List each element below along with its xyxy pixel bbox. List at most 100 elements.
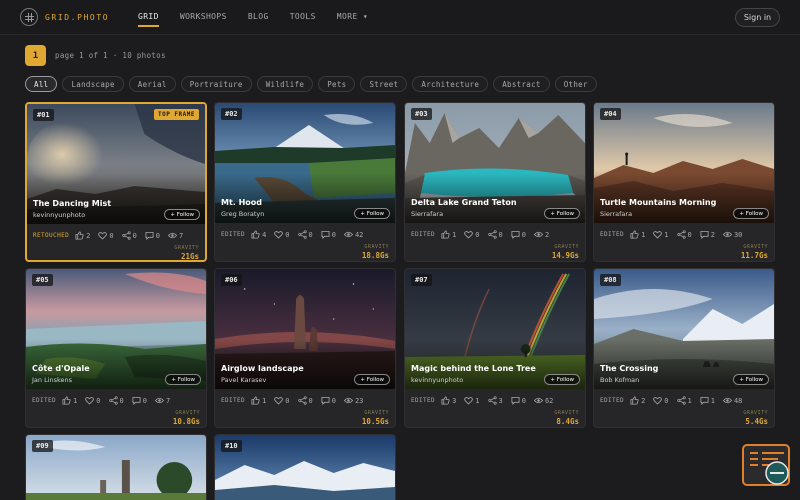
follow-button[interactable]: + Follow (544, 374, 580, 385)
photo-title[interactable]: The Crossing (600, 364, 658, 373)
floating-menu-button[interactable] (742, 444, 790, 486)
nav-more[interactable]: MORE ▾ (337, 12, 368, 21)
heart-count: 1 (664, 230, 669, 239)
photo-card[interactable]: #08 The Crossing Bob Kofman + Follow EDI… (593, 268, 775, 428)
favorite-stat[interactable]: 1 (464, 396, 480, 405)
photo-author[interactable]: kevinnyunphoto (411, 376, 463, 384)
follow-button[interactable]: + Follow (733, 374, 769, 385)
photo-author[interactable]: Sierrafara (600, 210, 632, 218)
photo-thumbnail[interactable] (26, 435, 206, 500)
photo-title[interactable]: Delta Lake Grand Teton (411, 198, 517, 207)
gravity-value: 21Gs (180, 252, 199, 261)
share-stat[interactable]: 0 (108, 396, 124, 405)
photo-card[interactable]: #07 Magic behind the Lone Tree kevinnyun… (404, 268, 586, 428)
comment-stat[interactable]: 0 (511, 230, 526, 239)
photo-title[interactable]: Magic behind the Lone Tree (411, 364, 536, 373)
follow-button[interactable]: + Follow (165, 374, 201, 385)
photo-card[interactable]: #03 Delta Lake Grand Teton Sierrafara + … (404, 102, 586, 262)
nav-blog[interactable]: BLOG (248, 12, 269, 21)
like-stat[interactable]: 1 (630, 230, 645, 239)
photo-title[interactable]: Côte d'Opale (32, 364, 90, 373)
photo-card[interactable]: #09 (25, 434, 207, 500)
share-stat[interactable]: 0 (121, 231, 137, 240)
photo-card[interactable]: #06 Airglow landscape Pavel Karasev + Fo… (214, 268, 396, 428)
comment-stat[interactable]: 0 (321, 230, 336, 239)
photo-title[interactable]: Mt. Hood (221, 198, 262, 207)
photo-card[interactable]: #02 Mt. Hood Greg Boratyn + Follow EDITE… (214, 102, 396, 262)
follow-button[interactable]: + Follow (164, 209, 200, 220)
comment-stat[interactable]: 0 (145, 231, 160, 240)
photo-author[interactable]: kevinnyunphoto (33, 211, 85, 219)
like-stat[interactable]: 4 (251, 230, 266, 239)
photo-card[interactable]: #10 (214, 434, 396, 500)
filter-abstract[interactable]: Abstract (493, 76, 550, 92)
filter-aerial[interactable]: Aerial (128, 76, 176, 92)
favorite-stat[interactable]: 0 (98, 231, 114, 240)
top-frame-badge: TOP FRAME (153, 109, 199, 120)
filter-landscape[interactable]: Landscape (62, 76, 124, 92)
share-stat[interactable]: 0 (297, 396, 313, 405)
follow-button[interactable]: + Follow (354, 374, 390, 385)
filter-wildlife[interactable]: Wildlife (256, 76, 314, 92)
like-stat[interactable]: 1 (62, 396, 77, 405)
filter-pets[interactable]: Pets (318, 76, 356, 92)
comment-stat[interactable]: 0 (132, 396, 147, 405)
comment-stat[interactable]: 2 (700, 230, 715, 239)
heart-icon (653, 397, 663, 405)
filter-other[interactable]: Other (554, 76, 597, 92)
comment-stat[interactable]: 1 (700, 396, 715, 405)
like-stat[interactable]: 3 (441, 396, 456, 405)
filter-all[interactable]: All (25, 76, 58, 92)
photo-title[interactable]: The Dancing Mist (33, 199, 111, 208)
filter-architecture[interactable]: Architecture (412, 76, 489, 92)
photo-author[interactable]: Bob Kofman (600, 376, 639, 384)
like-stat[interactable]: 1 (441, 230, 456, 239)
sign-in-button[interactable]: Sign in (735, 8, 780, 27)
share-stat[interactable]: 3 (487, 396, 503, 405)
favorite-stat[interactable]: 0 (464, 230, 480, 239)
brand-logo[interactable]: GRID.PHOTO (20, 8, 109, 26)
heart-icon (98, 232, 108, 240)
photo-card[interactable]: #01 TOP FRAME The Dancing Mist kevinnyun… (25, 102, 207, 262)
like-stat[interactable]: 1 (251, 396, 266, 405)
follow-button[interactable]: + Follow (354, 208, 390, 219)
thumbs-up-icon (441, 230, 450, 239)
share-stat[interactable]: 0 (297, 230, 313, 239)
nav-grid[interactable]: GRID (138, 12, 159, 27)
favorite-stat[interactable]: 0 (85, 396, 101, 405)
share-stat[interactable]: 1 (676, 396, 692, 405)
like-stat[interactable]: 2 (75, 231, 90, 240)
photo-thumbnail[interactable] (215, 435, 395, 500)
comment-stat[interactable]: 0 (511, 396, 526, 405)
share-icon (676, 396, 686, 405)
share-stat[interactable]: 0 (487, 230, 503, 239)
comment-stat[interactable]: 0 (321, 396, 336, 405)
thumbs-up-icon (251, 230, 260, 239)
nav-workshops[interactable]: WORKSHOPS (180, 12, 227, 21)
page-number-button[interactable]: 1 (25, 45, 46, 66)
photo-author[interactable]: Sierrafara (411, 210, 443, 218)
share-icon (487, 396, 497, 405)
photo-title[interactable]: Airglow landscape (221, 364, 304, 373)
photo-stats: EDITED 3 1 3 0 62 (411, 396, 561, 405)
favorite-stat[interactable]: 0 (274, 230, 290, 239)
filter-street[interactable]: Street (360, 76, 408, 92)
photo-title[interactable]: Turtle Mountains Morning (600, 198, 716, 207)
photo-author[interactable]: Greg Boratyn (221, 210, 264, 218)
follow-button[interactable]: + Follow (544, 208, 580, 219)
photo-author[interactable]: Pavel Karasev (221, 376, 266, 384)
follow-button[interactable]: + Follow (733, 208, 769, 219)
view-count: 2 (544, 230, 550, 239)
photo-card[interactable]: #04 Turtle Mountains Morning Sierrafara … (593, 102, 775, 262)
like-stat[interactable]: 2 (630, 396, 645, 405)
favorite-stat[interactable]: 0 (274, 396, 290, 405)
photo-author[interactable]: Jan Linskens (32, 376, 72, 384)
share-stat[interactable]: 0 (676, 230, 692, 239)
gravity-label: GRAVITY (743, 410, 768, 416)
photo-card[interactable]: #05 Côte d'Opale Jan Linskens + Follow E… (25, 268, 207, 428)
comment-count: 0 (331, 230, 336, 239)
favorite-stat[interactable]: 0 (653, 396, 669, 405)
favorite-stat[interactable]: 1 (653, 230, 669, 239)
nav-tools[interactable]: TOOLS (290, 12, 316, 21)
filter-portraiture[interactable]: Portraiture (180, 76, 252, 92)
